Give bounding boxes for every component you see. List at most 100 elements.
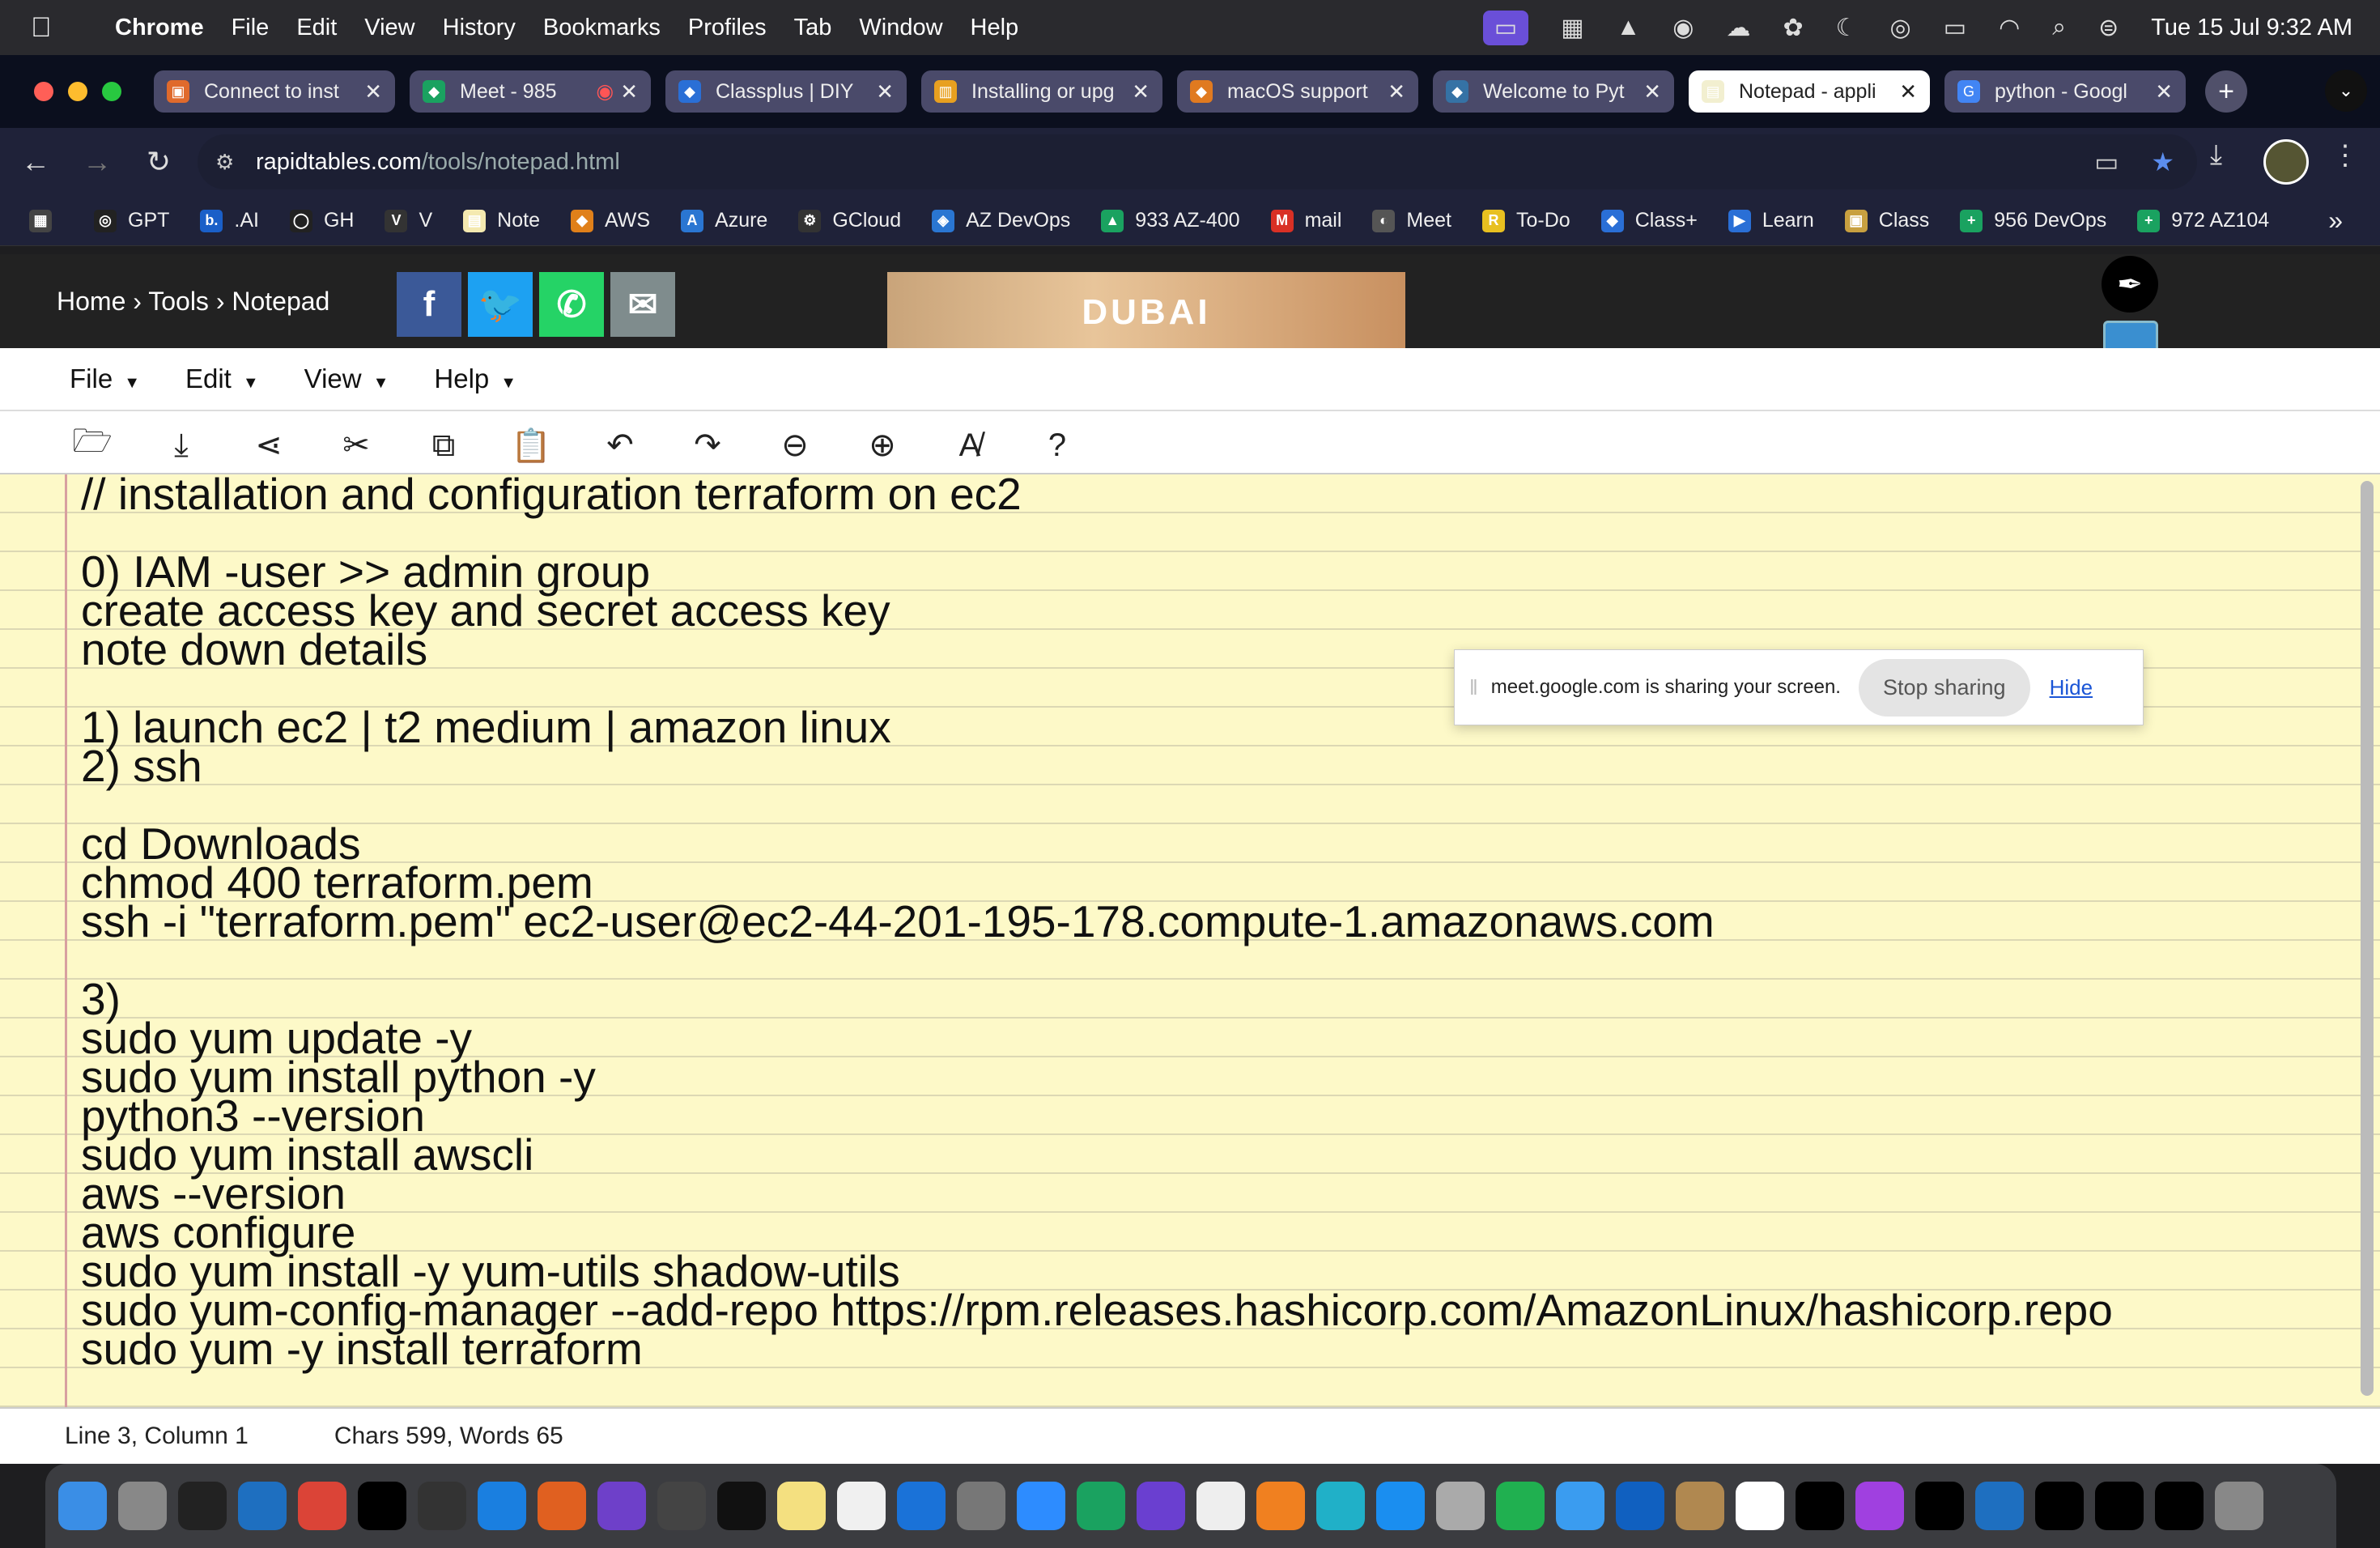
dock-calendar-icon[interactable] xyxy=(1736,1482,1784,1530)
stop-sharing-button[interactable]: Stop sharing xyxy=(1858,658,2030,717)
tab-close-icon[interactable]: ✕ xyxy=(2155,79,2173,104)
bookmark-1[interactable]: ◎ GPT xyxy=(94,209,169,232)
tab-close-icon[interactable]: ✕ xyxy=(1132,79,1150,104)
notepad-menu-help[interactable]: Help ▼ xyxy=(434,364,516,394)
dock-xp-pen-icon[interactable] xyxy=(358,1482,406,1530)
dock-xp-pen-5-icon[interactable] xyxy=(2095,1482,2144,1530)
bookmark-17[interactable]: +956 DevOps xyxy=(1960,209,2106,232)
bookmark-0[interactable]: ▦ xyxy=(29,209,63,232)
email-share-button[interactable]: ✉ xyxy=(610,272,675,337)
moon-icon[interactable]: ☾ xyxy=(1836,14,1858,42)
download-icon[interactable]: ⤓ xyxy=(159,423,204,468)
bookmark-14[interactable]: ◆ Class+ xyxy=(1600,209,1698,232)
bookmark-9[interactable]: ◈ AZ DevOps xyxy=(932,209,1070,232)
dock-xp-pen-6-icon[interactable] xyxy=(2155,1482,2204,1530)
minimize-window-button[interactable] xyxy=(68,82,87,101)
help-icon[interactable]: ? xyxy=(1035,423,1080,468)
bookmark-2[interactable]: b. .AI xyxy=(200,209,259,232)
forward-button[interactable]: → xyxy=(71,145,123,179)
kebab-menu-icon[interactable]: ⋮ xyxy=(2331,139,2359,172)
twitter-share-button[interactable]: 🐦 xyxy=(468,272,533,337)
screen-share-icon[interactable]: ▭ xyxy=(1482,10,1529,45)
bookmark-11[interactable]: Mmail xyxy=(1270,209,1341,232)
menu-view[interactable]: View xyxy=(364,15,414,41)
dock-freeform-icon[interactable] xyxy=(837,1482,886,1530)
notepad-menu-file[interactable]: File ▼ xyxy=(70,364,140,394)
bookmark-5[interactable]: ▤ Note xyxy=(463,209,540,232)
bookmark-15[interactable]: ▶ Learn xyxy=(1728,209,1814,232)
tab-close-icon[interactable]: ✕ xyxy=(876,79,894,104)
menu-bookmarks[interactable]: Bookmarks xyxy=(543,15,661,41)
bookmark-7[interactable]: A Azure xyxy=(681,209,767,232)
dock-podcasts-icon[interactable] xyxy=(1855,1482,1904,1530)
bookmark-10[interactable]: ▲ 933 AZ-400 xyxy=(1101,209,1240,232)
tab-2[interactable]: ◆ Classplus | DIY ✕ xyxy=(665,70,907,113)
dock-trash-icon[interactable] xyxy=(2215,1482,2263,1530)
dock-outlook-icon[interactable] xyxy=(1616,1482,1664,1530)
dock-openai-icon[interactable] xyxy=(418,1482,466,1530)
dock-reminders-icon[interactable] xyxy=(1196,1482,1245,1530)
dock-numbers-icon[interactable] xyxy=(1496,1482,1545,1530)
menu-help[interactable]: Help xyxy=(971,15,1019,41)
tab-close-icon[interactable]: ✕ xyxy=(1643,79,1661,104)
back-button[interactable]: ← xyxy=(10,145,62,179)
dock-chrome-icon[interactable] xyxy=(298,1482,346,1530)
dock-xp-pen-4-icon[interactable] xyxy=(2035,1482,2084,1530)
battery-icon[interactable]: ▭ xyxy=(1944,14,1966,42)
bookmark-6[interactable]: ◆ AWS xyxy=(570,209,650,232)
facebook-share-button[interactable]: f xyxy=(397,272,461,337)
tab-close-icon[interactable]: ✕ xyxy=(1388,79,1405,104)
dock-vscode-icon[interactable] xyxy=(238,1482,287,1530)
close-window-button[interactable] xyxy=(34,82,53,101)
zoom-window-button[interactable] xyxy=(102,82,121,101)
dock-terminal-icon[interactable] xyxy=(717,1482,766,1530)
notepad-menu-view[interactable]: View ▼ xyxy=(304,364,389,394)
dock-vscode-2-icon[interactable] xyxy=(1975,1482,2024,1530)
copy-icon[interactable]: ⧉ xyxy=(421,423,466,468)
open-icon[interactable]: 🗁 xyxy=(70,423,115,468)
wifi-icon[interactable]: ◠ xyxy=(1999,14,2020,42)
dock-preview-icon[interactable] xyxy=(1436,1482,1485,1530)
menu-history[interactable]: History xyxy=(443,15,516,41)
address-bar[interactable]: ⚙ rapidtables.com/tools/notepad.html ▭ ★ xyxy=(198,134,2197,189)
new-tab-button[interactable]: + xyxy=(2205,70,2247,113)
bookmark-12[interactable]: ◐ Meet xyxy=(1372,209,1451,232)
avatar[interactable] xyxy=(2263,139,2309,185)
editor-scrollbar[interactable] xyxy=(2361,481,2374,1396)
bookmark-18[interactable]: +972 AZ104 xyxy=(2137,209,2269,232)
dock-github-icon[interactable] xyxy=(597,1482,646,1530)
advertisement-banner[interactable]: DUBAI xyxy=(887,272,1405,353)
dock-office-icon[interactable] xyxy=(538,1482,586,1530)
dock-xp-pen-3-icon[interactable] xyxy=(1915,1482,1964,1530)
airdrop-icon[interactable]: ◎ xyxy=(1890,14,1911,42)
bookmark-3[interactable]: ◯ GH xyxy=(289,209,354,232)
whatsapp-share-button[interactable]: ✆ xyxy=(539,272,604,337)
bookmark-13[interactable]: R To-Do xyxy=(1482,209,1570,232)
menu-chrome[interactable]: Chrome xyxy=(115,15,204,41)
bookmark-8[interactable]: ⚙ GCloud xyxy=(798,209,901,232)
profile-button[interactable] xyxy=(2263,139,2309,185)
dock-zoom-icon[interactable] xyxy=(1017,1482,1065,1530)
undo-icon[interactable]: ↶ xyxy=(597,423,643,468)
tab-4[interactable]: ◆ macOS support ✕ xyxy=(1177,70,1418,113)
editor-text[interactable]: // installation and configuration terraf… xyxy=(81,472,2113,1372)
control-center-icon[interactable]: ⊜ xyxy=(2098,14,2119,42)
bookmarks-overflow-icon[interactable]: » xyxy=(2328,206,2343,236)
menu-profiles[interactable]: Profiles xyxy=(688,15,767,41)
dock-appstore-icon[interactable] xyxy=(1376,1482,1425,1530)
dock-pages-icon[interactable] xyxy=(1256,1482,1305,1530)
spellcheck-icon[interactable]: A̸ xyxy=(947,423,992,468)
vpn-icon[interactable]: ◉ xyxy=(1672,14,1694,42)
tab-0[interactable]: ▣ Connect to inst ✕ xyxy=(154,70,395,113)
share-icon[interactable]: ⋖ xyxy=(246,423,291,468)
dock-onedrive-icon[interactable] xyxy=(897,1482,946,1530)
site-info-icon[interactable]: ⚙ xyxy=(215,150,248,175)
notepad-menu-edit[interactable]: Edit ▼ xyxy=(185,364,259,394)
dock-launchpad-icon[interactable] xyxy=(118,1482,167,1530)
apple-icon[interactable]:  xyxy=(31,12,63,44)
hide-link[interactable]: Hide xyxy=(2050,675,2093,700)
drag-handle-icon[interactable]: ‖ xyxy=(1469,675,1478,700)
zoom-in-icon[interactable]: ⊕ xyxy=(860,423,905,468)
zoom-out-icon[interactable]: ⊖ xyxy=(772,423,818,468)
notepad-editor[interactable]: // installation and configuration terraf… xyxy=(0,472,2380,1407)
